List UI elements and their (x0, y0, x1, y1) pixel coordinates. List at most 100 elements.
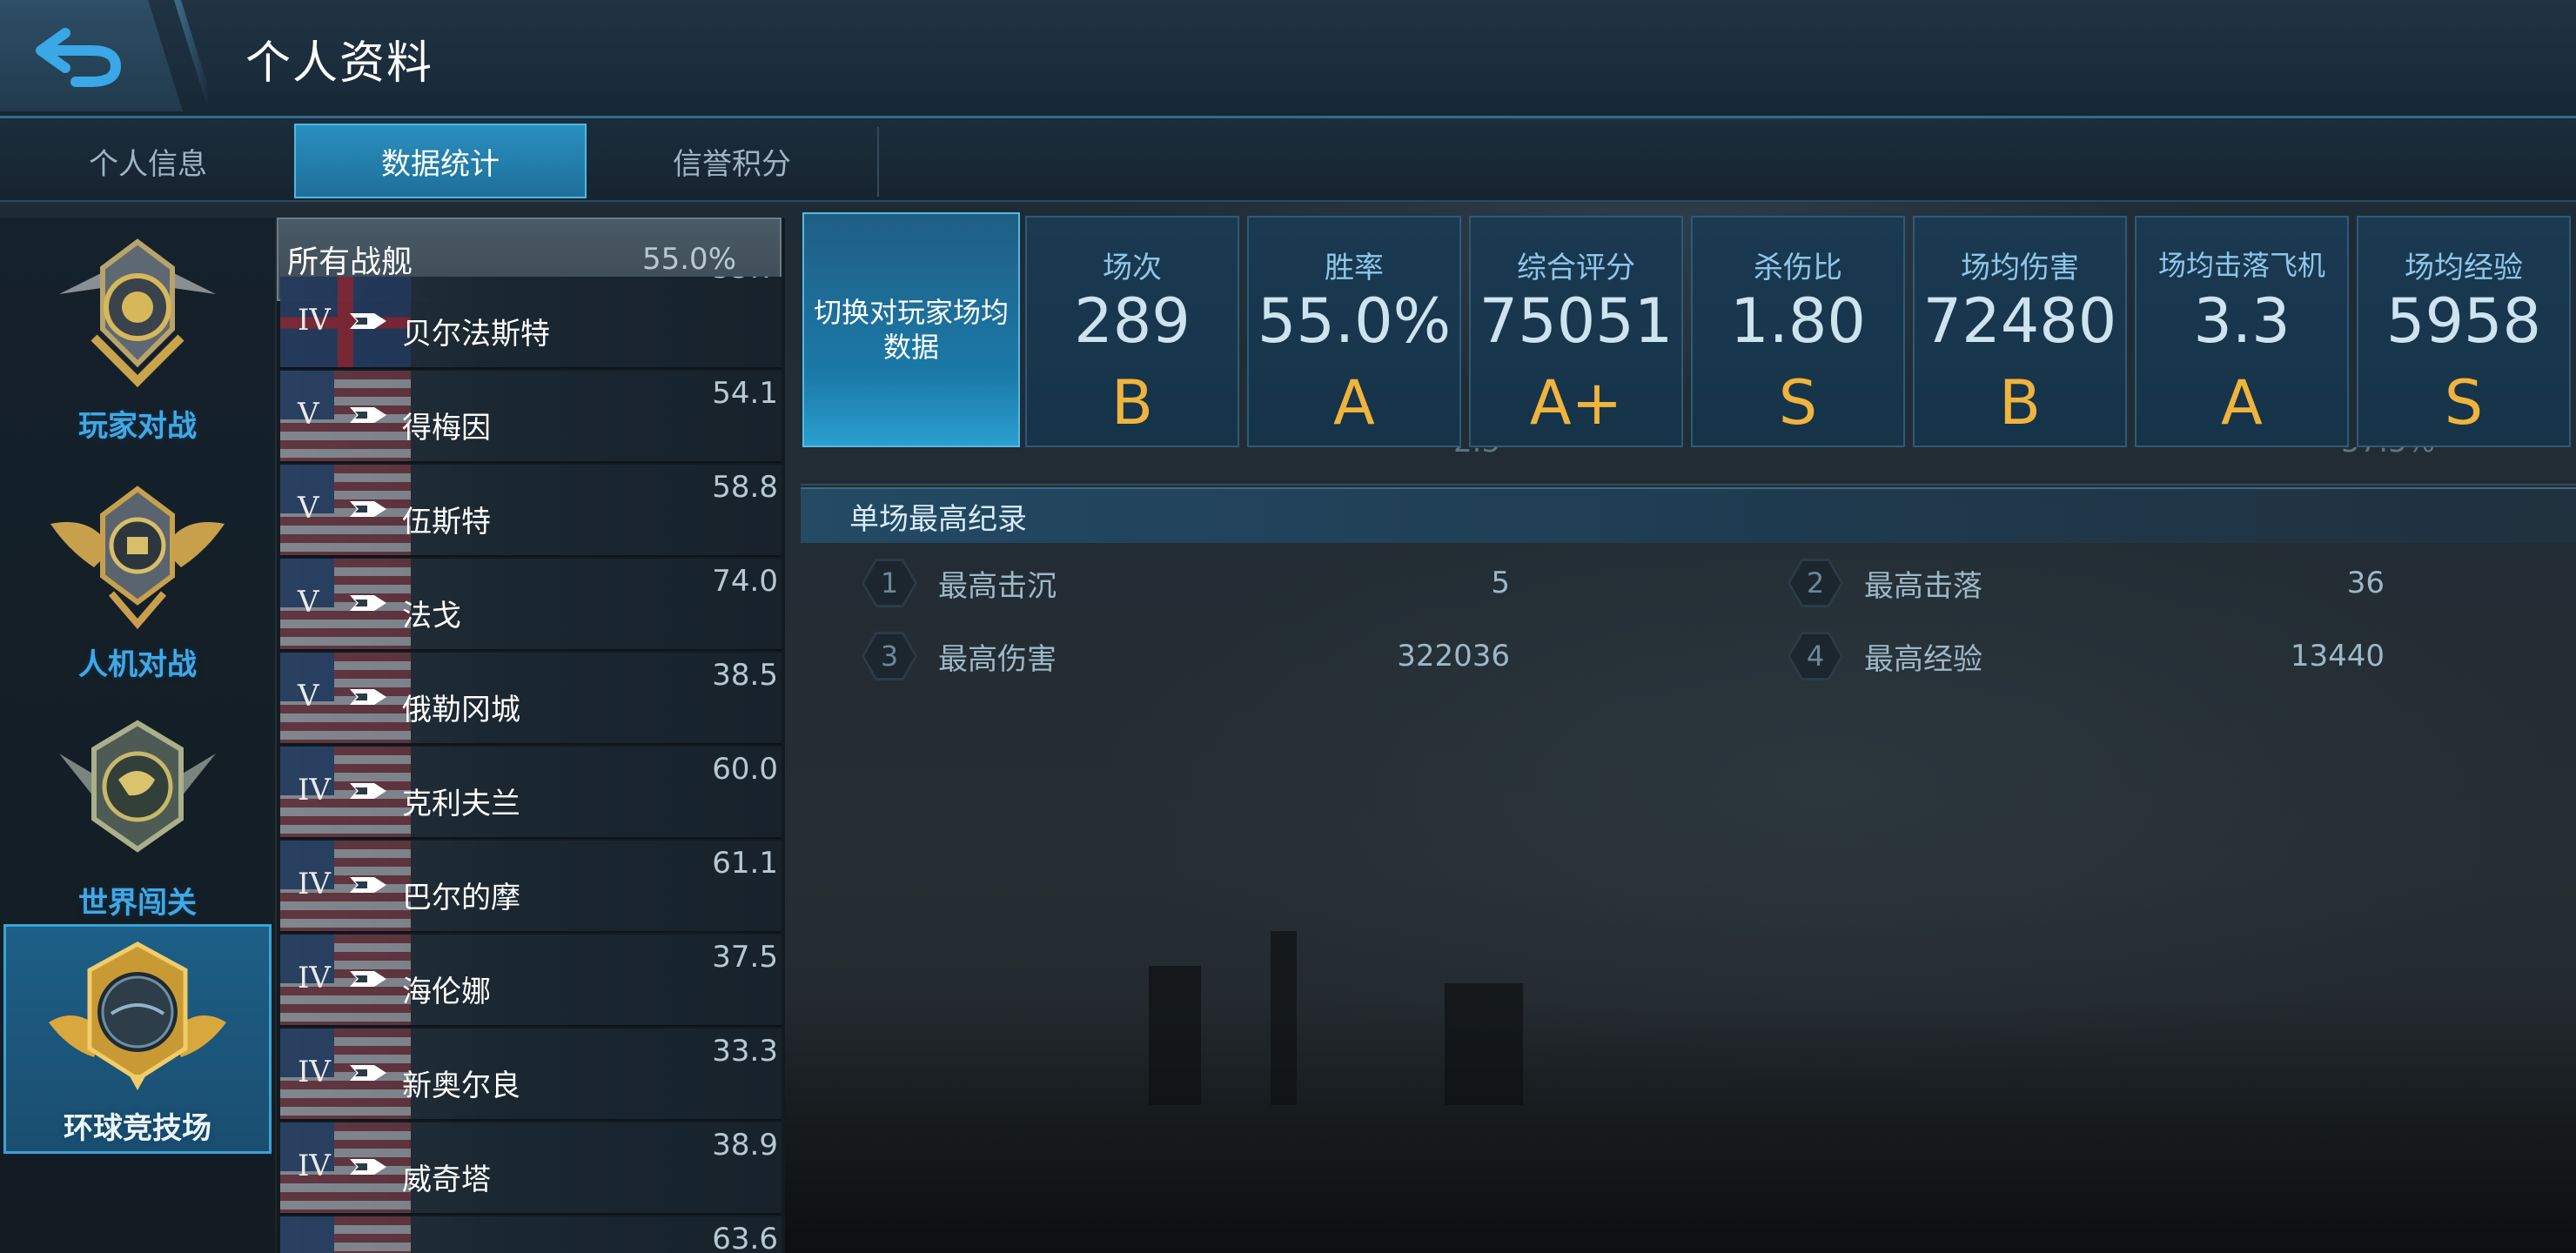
cruiser-class-icon (350, 783, 386, 799)
ship-name: 伍斯特 (402, 505, 491, 539)
ship-row[interactable]: V 法戈 74.0 (280, 559, 782, 651)
ship-name: 得梅因 (402, 411, 491, 446)
cruiser-class-icon (350, 877, 386, 893)
stat-value: 72480 (1922, 285, 2117, 357)
mode-pve[interactable]: 人机对战 (3, 463, 272, 693)
stat-value: 55.0% (1257, 285, 1452, 357)
hidden-stat-value: 2.5 (1453, 447, 1500, 459)
stat-value: 3.3 (2193, 285, 2291, 357)
ship-winrate: 33.3 (712, 1034, 778, 1069)
ship-name: 巴尔的摩 (402, 881, 520, 915)
pve-emblem-icon (50, 486, 225, 630)
stat-label: 胜率 (1325, 251, 1384, 285)
record-item: 3 最高伤害 (862, 630, 1057, 682)
ship-winrate: 58.8 (712, 470, 778, 505)
section-title-records: 单场最高纪录 (801, 487, 2576, 543)
mode-arena[interactable]: 环球竞技场 (3, 924, 272, 1154)
ship-row[interactable]: V 伍斯特 58.8 (280, 465, 782, 557)
ship-name: 贝尔法斯特 (402, 317, 550, 352)
record-number-badge: 3 (862, 632, 917, 680)
ship-tier: IV (298, 773, 331, 807)
stat-grade: B (1110, 367, 1154, 439)
record-item: 1 最高击沉 (862, 557, 1057, 609)
pvp-emblem-icon (59, 238, 216, 388)
page-title: 个人资料 (245, 37, 434, 90)
tab-credit-score[interactable]: 信誉积分 (588, 124, 875, 198)
stat-value: 75051 (1479, 285, 1674, 357)
ship-tier: IV (298, 961, 331, 995)
stat-label: 场均击落飞机 (2157, 249, 2325, 282)
ship-row[interactable]: IV 威奇塔 38.9 (280, 1122, 782, 1215)
world-emblem-icon (59, 720, 216, 853)
back-button[interactable] (0, 0, 183, 111)
hidden-stat-value: 57.5% (2341, 447, 2435, 459)
stat-label: 场次 (1103, 251, 1162, 285)
cruiser-class-icon (350, 971, 386, 987)
mode-label: 世界闯关 (78, 886, 197, 921)
stat-card: 场均伤害 72480 B (1913, 216, 2127, 447)
ship-tier: V (298, 679, 319, 714)
ship-tier: IV (298, 1149, 331, 1183)
tab-data-stats[interactable]: 数据统计 (294, 124, 587, 198)
ship-name: 海伦娜 (402, 975, 491, 1009)
record-number-badge: 2 (1788, 559, 1843, 607)
ship-winrate: 55.7 (712, 277, 778, 285)
partially-hidden-stat-row: 2.5 57.5% (801, 447, 2576, 486)
ship-winrate: 74.0 (712, 564, 778, 599)
ship-row[interactable]: V 得梅因 54.1 (280, 371, 782, 463)
all-ships-winrate: 55.0% (641, 242, 736, 277)
record-label: 最高经验 (1864, 641, 1982, 677)
mode-sidebar: 玩家对战 人机对战 世界闯关 环球竞技场 (0, 218, 275, 1253)
ship-tier: IV (298, 867, 331, 901)
header-divider (174, 0, 209, 111)
ship-row[interactable]: IV 克利夫兰 60.0 (280, 747, 782, 839)
ship-tier: V (298, 397, 319, 432)
ship-winrate: 60.0 (712, 752, 778, 787)
ship-winrate: 37.5 (712, 940, 778, 975)
stat-card: 场次 289 B (1025, 216, 1239, 447)
tab-divider (877, 127, 879, 197)
switch-average-data-button[interactable]: 切换对玩家场均数据 (802, 212, 1020, 447)
record-number-badge: 4 (1788, 632, 1843, 680)
mode-label: 玩家对战 (78, 409, 197, 444)
ship-row[interactable]: 63.6 (280, 1216, 782, 1253)
stat-grade: A (2221, 367, 2263, 439)
cruiser-class-icon (350, 501, 386, 517)
tab-personal-info[interactable]: 个人信息 (0, 124, 296, 198)
nation-flag (280, 1216, 411, 1253)
mode-world[interactable]: 世界闯关 (3, 701, 272, 931)
stat-value: 1.80 (1730, 285, 1866, 357)
stat-value: 5958 (2385, 285, 2542, 357)
mode-pvp[interactable]: 玩家对战 (3, 224, 272, 454)
ship-name: 威奇塔 (402, 1163, 491, 1197)
cruiser-class-icon (350, 313, 386, 329)
record-item: 4 最高经验 (1788, 630, 1982, 682)
ship-name: 俄勒冈城 (402, 693, 520, 727)
record-label: 最高击落 (1864, 568, 1982, 604)
stat-label: 场均伤害 (1961, 251, 2079, 285)
arena-emblem-icon (49, 941, 226, 1090)
record-value: 36 (2346, 566, 2385, 600)
ship-row[interactable]: IV 新奥尔良 33.3 (280, 1029, 782, 1121)
stat-grade: S (2444, 367, 2484, 439)
ship-winrate: 63.6 (712, 1222, 778, 1253)
ship-row[interactable]: IV 巴尔的摩 61.1 (280, 841, 782, 933)
ship-row[interactable]: V 俄勒冈城 38.5 (280, 653, 782, 745)
stat-grade: S (1778, 367, 1818, 439)
ship-tier: V (298, 491, 319, 526)
screen: 个人资料 个人信息 数据统计 信誉积分 玩家对战 人机对战 世界闯关 环球竞技场… (0, 0, 2576, 1253)
cruiser-class-icon (350, 1065, 386, 1081)
ship-row[interactable]: IV 贝尔法斯特 55.7 (280, 277, 782, 369)
ship-name: 克利夫兰 (402, 787, 520, 821)
stat-card: 杀伤比 1.80 S (1691, 216, 1905, 447)
ship-tier: IV (298, 1055, 331, 1089)
ship-list[interactable]: 所有战舰 55.0% IV 贝尔法斯特 55.7 V 得梅因 54.1 V 伍斯特 58.8 V 法… (277, 218, 785, 1253)
mode-label: 人机对战 (78, 647, 197, 682)
ship-row[interactable]: IV 海伦娜 37.5 (280, 935, 782, 1027)
stat-label: 综合评分 (1517, 251, 1635, 285)
ship-winrate: 61.1 (712, 846, 778, 881)
ship-winrate: 38.9 (712, 1128, 778, 1163)
all-ships-label: 所有战舰 (287, 245, 413, 280)
cruiser-class-icon (350, 689, 386, 705)
cruiser-class-icon (350, 1159, 386, 1175)
